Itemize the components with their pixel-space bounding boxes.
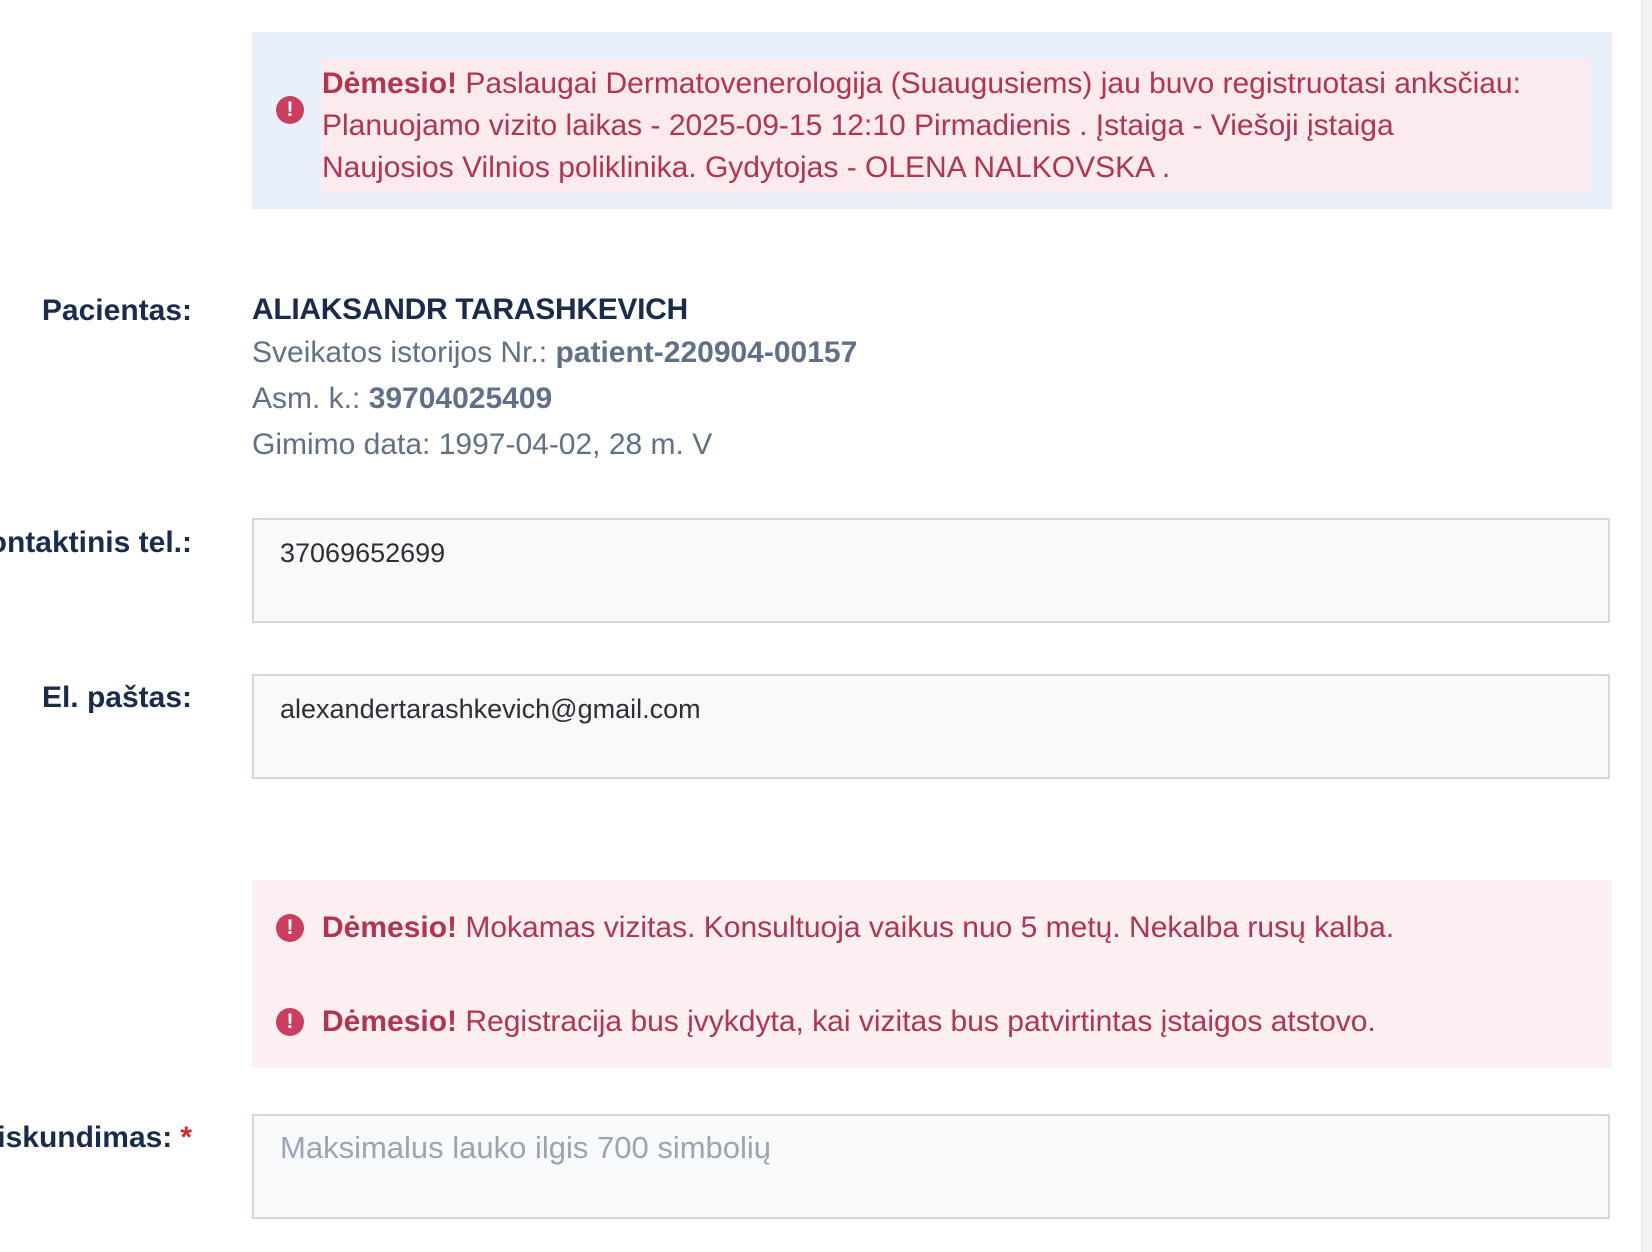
notice-paid-visit: Dėmesio! Mokamas vizitas. Konsultuoja va… <box>322 907 1394 949</box>
alert-prefix: Dėmesio! <box>322 67 458 100</box>
email-value: alexandertarashkevich@gmail.com <box>280 694 701 724</box>
personal-code: Asm. k.: 39704025409 <box>252 376 1352 422</box>
previous-registration-alert: ! Dėmesio! Paslaugai Dermatovenerologija… <box>252 32 1612 209</box>
required-mark: * <box>180 1121 192 1154</box>
notice-text: Registracija bus įvykdyta, kai vizitas b… <box>457 1005 1376 1038</box>
notice-text: Mokamas vizitas. Konsultuoja vaikus nuo … <box>457 911 1395 944</box>
patient-name: ALIAKSANDR TARASHKEVICH <box>252 293 688 326</box>
exclamation-circle-icon: ! <box>276 96 304 124</box>
scrollbar-track[interactable] <box>1641 0 1652 1252</box>
personal-code-value: 39704025409 <box>368 382 553 415</box>
alert-line: Dėmesio! Paslaugai Dermatovenerologija (… <box>322 63 1590 105</box>
notice-confirmation: Dėmesio! Registracija bus įvykdyta, kai … <box>322 1001 1376 1043</box>
notice-prefix: Dėmesio! <box>322 1005 458 1038</box>
patient-label: Pacientas: <box>41 294 192 327</box>
alert-text: Naujosios Vilnios poliklinika. Gydytojas… <box>322 151 1171 184</box>
visit-notice-alert: ! Dėmesio! Mokamas vizitas. Konsultuoja … <box>252 880 1612 1068</box>
patient-info: ALIAKSANDR TARASHKEVICH Sveikatos istori… <box>252 290 1352 468</box>
exclamation-circle-icon: ! <box>276 1008 304 1036</box>
alert-text: Planuojamo vizito laikas - 2025-09-15 12… <box>322 109 1394 142</box>
email-field[interactable]: alexandertarashkevich@gmail.com <box>252 674 1610 779</box>
phone-field[interactable]: 37069652699 <box>252 518 1610 623</box>
birth-date: Gimimo data: 1997-04-02, 28 m. V <box>252 428 713 461</box>
alert-text: Paslaugai Dermatovenerologija (Suaugusie… <box>457 67 1521 100</box>
health-history-label: Sveikatos istorijos Nr.: <box>252 336 556 369</box>
alert-line: Planuojamo vizito laikas - 2025-09-15 12… <box>322 105 1590 147</box>
health-history-value: patient-220904-00157 <box>555 336 858 369</box>
notice-prefix: Dėmesio! <box>322 911 458 944</box>
phone-value: 37069652699 <box>280 538 446 568</box>
health-history-number: Sveikatos istorijos Nr.: patient-220904-… <box>252 330 1352 376</box>
complaint-label-text: iskundimas: <box>0 1121 173 1154</box>
phone-label: ontaktinis tel.: <box>0 526 192 559</box>
complaint-placeholder: Maksimalus lauko ilgis 700 simbolių <box>280 1130 772 1165</box>
complaint-label: iskundimas: * <box>0 1118 192 1158</box>
alert-line: Naujosios Vilnios poliklinika. Gydytojas… <box>322 147 1590 189</box>
complaint-field[interactable]: Maksimalus lauko ilgis 700 simbolių <box>252 1114 1610 1219</box>
previous-registration-message: Dėmesio! Paslaugai Dermatovenerologija (… <box>322 59 1590 193</box>
email-label: El. paštas: <box>41 681 192 714</box>
exclamation-circle-icon: ! <box>276 914 304 942</box>
personal-code-label: Asm. k.: <box>252 382 369 415</box>
